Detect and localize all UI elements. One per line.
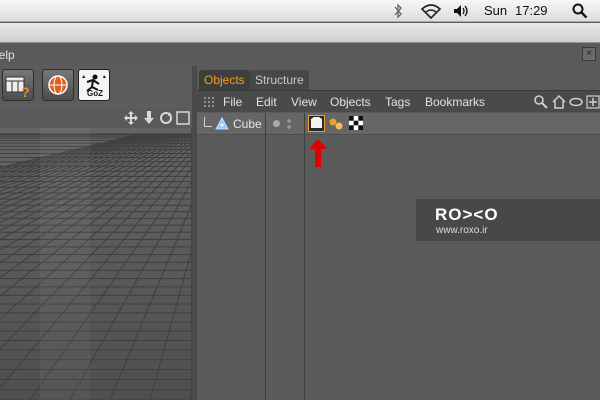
- objects-menubar: File Edit View Objects Tags Bookmarks: [197, 90, 600, 112]
- visibility-editor-dot[interactable]: [273, 120, 280, 127]
- bluetooth-icon[interactable]: [392, 3, 404, 19]
- wifi-icon[interactable]: [420, 3, 442, 19]
- search-icon[interactable]: [533, 94, 549, 110]
- menu-file[interactable]: File: [223, 91, 242, 113]
- material-spheres-tag-icon[interactable]: [328, 116, 344, 132]
- roxo-watermark: RO><O www.roxo.ir: [416, 199, 600, 241]
- tab-structure[interactable]: Structure: [250, 70, 309, 90]
- volume-icon[interactable]: [452, 3, 470, 19]
- left-toolbar: ? GoZ: [0, 66, 196, 106]
- home-icon[interactable]: [551, 94, 567, 110]
- link-icon[interactable]: [568, 94, 584, 110]
- window-title-bar: [0, 23, 600, 43]
- help-menu[interactable]: Help: [0, 44, 15, 66]
- zoom-view-icon[interactable]: [142, 111, 156, 125]
- red-arrow-annotation: [309, 139, 327, 167]
- tab-objects[interactable]: Objects: [199, 70, 250, 90]
- maximize-view-icon[interactable]: [176, 111, 190, 125]
- clock-day[interactable]: Sun: [484, 0, 507, 22]
- globe-icon: [48, 75, 68, 95]
- column-divider[interactable]: [265, 113, 266, 400]
- menu-view[interactable]: View: [291, 91, 317, 113]
- cube-object-icon: [215, 117, 229, 130]
- sphere-render-tool[interactable]: [42, 69, 74, 101]
- move-view-icon[interactable]: [124, 111, 138, 125]
- menu-edit[interactable]: Edit: [256, 91, 277, 113]
- watermark-logo: RO><O: [435, 205, 499, 224]
- checker-tag-icon[interactable]: [349, 116, 363, 130]
- floor-grid: [0, 128, 191, 400]
- close-panel-icon[interactable]: ×: [582, 47, 596, 61]
- visibility-render-dots[interactable]: [287, 118, 291, 130]
- goz-tool[interactable]: GoZ: [78, 69, 110, 101]
- watermark-url: www.roxo.ir: [436, 225, 488, 236]
- calendar-help-icon: ?: [5, 76, 30, 100]
- rotate-view-icon[interactable]: [159, 111, 173, 125]
- tree-connector: [204, 117, 212, 127]
- object-row[interactable]: Cube: [197, 113, 600, 135]
- system-menubar: Sun 17:29: [0, 0, 600, 22]
- spotlight-search-icon[interactable]: [572, 3, 588, 19]
- 3d-viewport[interactable]: [0, 128, 192, 400]
- expand-icon[interactable]: [585, 94, 600, 110]
- texture-tag-icon[interactable]: [308, 115, 325, 132]
- app-screen: Sun 17:29 Help × ?: [0, 0, 600, 400]
- grip-handle-icon[interactable]: [203, 96, 215, 108]
- viewport-header: [0, 108, 194, 128]
- menu-tags[interactable]: Tags: [385, 91, 410, 113]
- object-list: Cube RO><O www.roxo.ir: [197, 113, 600, 400]
- goz-label: GoZ: [87, 89, 103, 98]
- svg-text:?: ?: [21, 84, 30, 100]
- menu-bookmarks[interactable]: Bookmarks: [425, 91, 485, 113]
- calendar-help-tool[interactable]: ?: [2, 69, 34, 101]
- objects-manager: Objects Structure File Edit View Objects…: [197, 66, 600, 400]
- app-menubar: Help ×: [0, 44, 600, 66]
- object-name[interactable]: Cube: [233, 113, 262, 135]
- clock-time[interactable]: 17:29: [515, 0, 548, 22]
- menu-objects[interactable]: Objects: [330, 91, 371, 113]
